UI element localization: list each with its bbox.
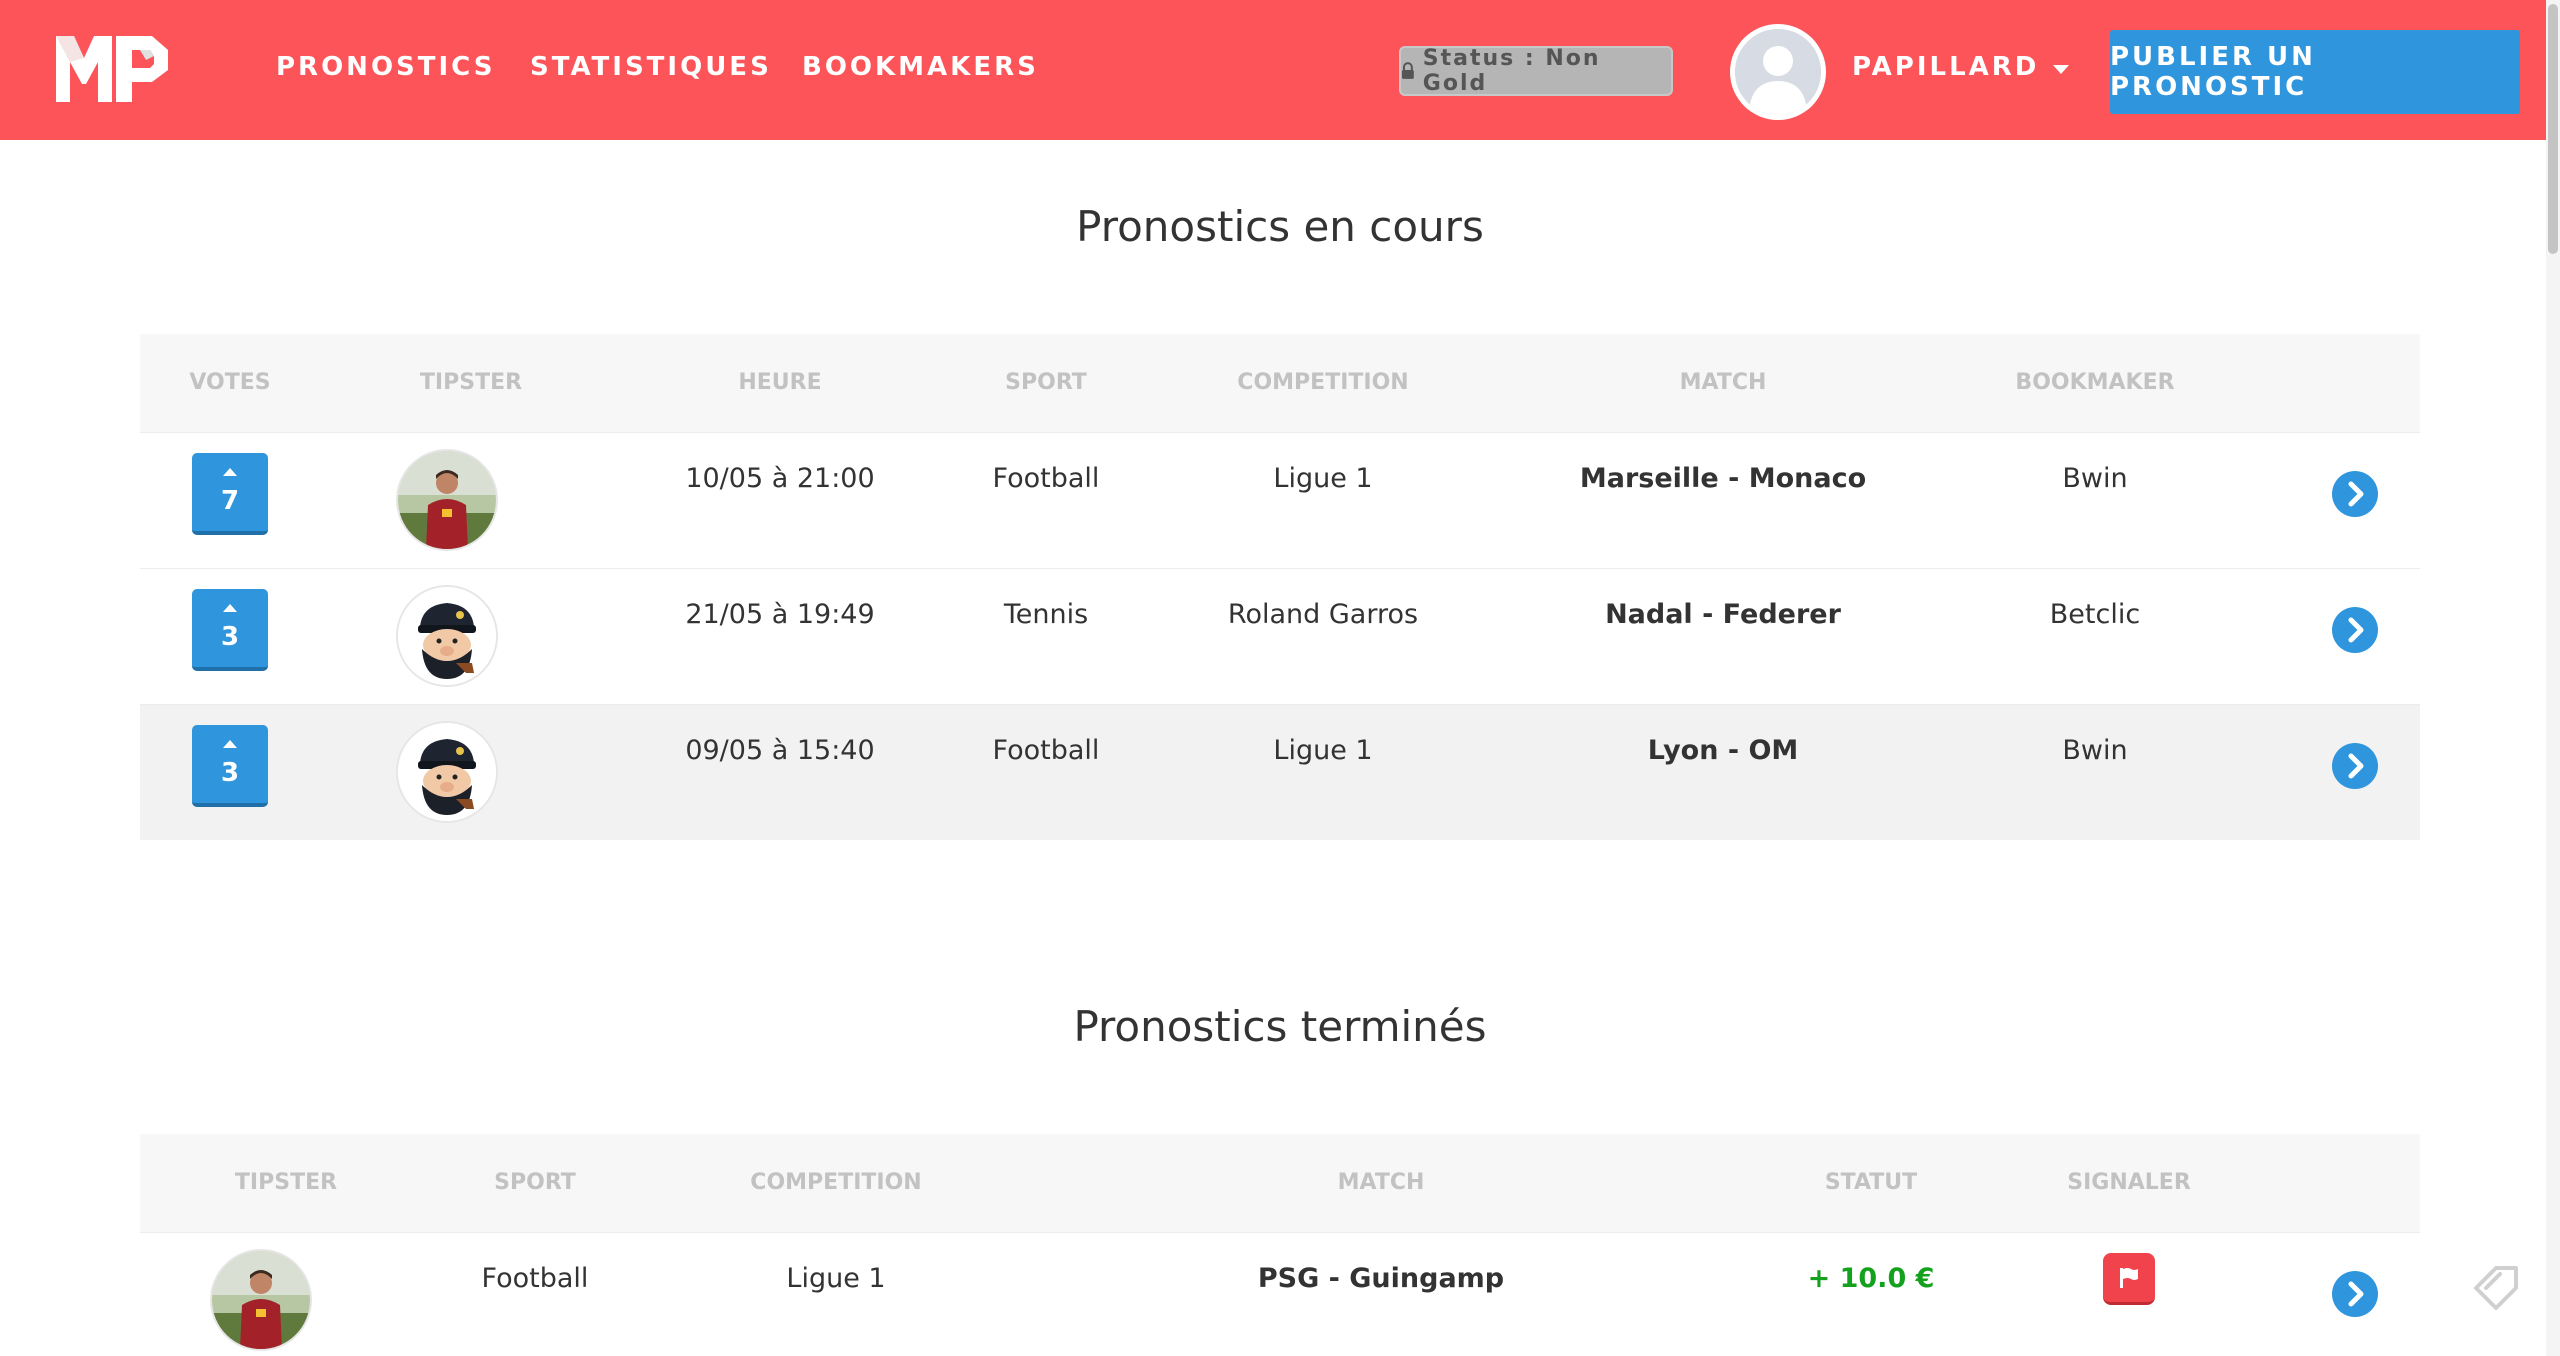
match: Nadal - Federer — [1605, 599, 1841, 630]
table-row[interactable]: 7 10/05 à 21:00 Football Ligue 1 Marseil… — [140, 432, 2420, 568]
col-competition: COMPETITION — [750, 1170, 922, 1195]
arrow-up-icon — [223, 468, 237, 476]
competition: Ligue 1 — [1273, 463, 1373, 494]
col-sport: SPORT — [494, 1170, 576, 1195]
nav-statistiques[interactable]: STATISTIQUES — [530, 52, 772, 82]
status-result: + 10.0 € — [1807, 1263, 1935, 1294]
logo[interactable] — [56, 36, 168, 102]
chevron-right-circle-icon[interactable] — [2332, 743, 2378, 789]
vote-button[interactable]: 3 — [192, 589, 268, 671]
tipster-avatar-captain[interactable] — [396, 721, 498, 823]
user-avatar[interactable] — [1730, 24, 1826, 120]
user-silhouette-icon — [1735, 29, 1821, 115]
sport: Football — [992, 463, 1100, 494]
vote-button[interactable]: 7 — [192, 453, 268, 535]
match: Lyon - OM — [1647, 735, 1799, 766]
col-statut: STATUT — [1824, 1170, 1918, 1195]
sport: Football — [992, 735, 1100, 766]
lock-icon — [1401, 62, 1414, 79]
col-signaler: SIGNALER — [2067, 1170, 2191, 1195]
table-header: TIPSTER SPORT COMPETITION MATCH STATUT S… — [140, 1134, 2420, 1232]
nav-pronostics[interactable]: PRONOSTICS — [276, 52, 495, 82]
username-label: PAPILLARD — [1852, 52, 2040, 82]
sport: Football — [481, 1263, 589, 1294]
vote-count: 7 — [220, 486, 240, 516]
finished-title: Pronostics terminés — [1073, 1002, 1487, 1051]
table-row[interactable]: Football Ligue 1 PSG - Guingamp + 10.0 € — [140, 1232, 2420, 1356]
sport: Tennis — [1003, 599, 1089, 630]
flag-icon — [2120, 1267, 2138, 1288]
vote-count: 3 — [220, 622, 240, 652]
tipster-avatar-roma-player[interactable] — [210, 1249, 312, 1351]
match-time: 10/05 à 21:00 — [685, 463, 875, 494]
finished-table: TIPSTER SPORT COMPETITION MATCH STATUT S… — [140, 1134, 2420, 1356]
nav-bookmakers[interactable]: BOOKMAKERS — [802, 52, 1039, 82]
col-sport: SPORT — [1005, 370, 1087, 395]
user-menu[interactable]: PAPILLARD — [1852, 52, 2070, 82]
status-badge: Status : Non Gold — [1399, 46, 1673, 96]
publish-button[interactable]: PUBLIER UN PRONOSTIC — [2110, 30, 2520, 114]
col-competition: COMPETITION — [1237, 370, 1409, 395]
navbar: PRONOSTICS STATISTIQUES BOOKMAKERS Statu… — [0, 0, 2546, 140]
chevron-right-circle-icon[interactable] — [2332, 1271, 2378, 1317]
bookmaker: Betclic — [2049, 599, 2141, 630]
match-time: 09/05 à 15:40 — [685, 735, 875, 766]
col-bookmaker: BOOKMAKER — [2015, 370, 2175, 395]
ongoing-title: Pronostics en cours — [1076, 202, 1484, 251]
table-header: VOTES TIPSTER HEURE SPORT COMPETITION MA… — [140, 334, 2420, 432]
col-tipster: TIPSTER — [234, 1170, 338, 1195]
competition: Roland Garros — [1227, 599, 1419, 630]
arrow-up-icon — [223, 604, 237, 612]
tag-icon[interactable] — [2470, 1262, 2522, 1314]
tipster-avatar-roma-player[interactable] — [396, 449, 498, 551]
match: PSG - Guingamp — [1257, 1263, 1505, 1294]
bookmaker: Bwin — [2062, 463, 2128, 494]
tipster-avatar-captain[interactable] — [396, 585, 498, 687]
match-time: 21/05 à 19:49 — [685, 599, 875, 630]
chevron-right-circle-icon[interactable] — [2332, 607, 2378, 653]
ongoing-table: VOTES TIPSTER HEURE SPORT COMPETITION MA… — [140, 334, 2420, 840]
report-button[interactable] — [2103, 1253, 2155, 1305]
competition: Ligue 1 — [786, 1263, 886, 1294]
col-tipster: TIPSTER — [419, 370, 523, 395]
table-row[interactable]: 3 09/05 à 15:40 Football Ligue 1 Lyon - … — [140, 704, 2420, 840]
col-votes: VOTES — [189, 370, 271, 395]
chevron-down-icon — [2053, 64, 2070, 74]
vote-button[interactable]: 3 — [192, 725, 268, 807]
bookmaker: Bwin — [2062, 735, 2128, 766]
vote-count: 3 — [220, 758, 240, 788]
status-label: Status : Non Gold — [1422, 46, 1601, 96]
col-match: MATCH — [1337, 1170, 1425, 1195]
col-heure: HEURE — [738, 370, 822, 395]
chevron-right-circle-icon[interactable] — [2332, 471, 2378, 517]
col-match: MATCH — [1679, 370, 1767, 395]
table-row[interactable]: 3 21/05 à 19:49 Tennis Roland Garros Nad… — [140, 568, 2420, 704]
arrow-up-icon — [223, 740, 237, 748]
competition: Ligue 1 — [1273, 735, 1373, 766]
match: Marseille - Monaco — [1579, 463, 1867, 494]
